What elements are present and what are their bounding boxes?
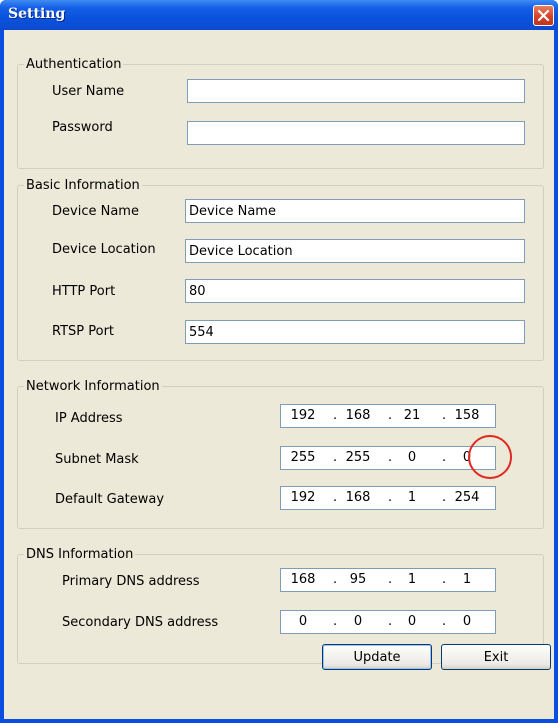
dialog-body: Authentication User Name Password Basic … [4, 30, 554, 719]
secondary-dns-octet-4: 0 [462, 614, 472, 629]
mask-octet-3: 0 [407, 450, 417, 465]
primary-dns-field[interactable]: 168 . 95 . 1 . 1 [280, 568, 496, 592]
secondary-dns-label: Secondary DNS address [62, 615, 219, 630]
device-location-field[interactable] [185, 239, 525, 263]
close-button[interactable] [533, 5, 554, 26]
device-name-label: Device Name [52, 204, 139, 219]
mask-octet-1: 255 [290, 450, 316, 465]
secondary-dns-octet-1: 0 [298, 614, 308, 629]
ip-octet-4: 158 [454, 408, 480, 423]
ip-dot: . [333, 408, 338, 423]
primary-dns-label: Primary DNS address [62, 574, 200, 589]
primary-dns-octet-1: 168 [290, 572, 316, 587]
default-gateway-label: Default Gateway [55, 492, 165, 507]
secondary-dns-dot: . [333, 614, 338, 629]
window-title: Setting [8, 6, 66, 22]
ip-octet-3: 21 [403, 408, 421, 423]
user-name-label: User Name [52, 84, 125, 99]
secondary-dns-octet-2: 0 [353, 614, 363, 629]
device-location-label: Device Location [52, 242, 156, 257]
password-label: Password [52, 120, 113, 135]
gateway-octet-2: 168 [345, 490, 371, 505]
primary-dns-octet-4: 1 [462, 572, 472, 587]
mask-dot: . [442, 450, 447, 465]
annotation-circle [468, 435, 512, 479]
subnet-mask-label: Subnet Mask [55, 452, 139, 467]
primary-dns-octet-3: 1 [407, 572, 417, 587]
http-port-field[interactable] [185, 279, 525, 303]
rtsp-port-label: RTSP Port [52, 324, 115, 339]
ip-octet-2: 168 [345, 408, 371, 423]
subnet-mask-field[interactable]: 255 . 255 . 0 . 0 [280, 446, 496, 470]
exit-button[interactable]: Exit [441, 644, 551, 670]
authentication-group: Authentication [17, 57, 544, 169]
primary-dns-dot: . [333, 572, 338, 587]
gateway-dot: . [333, 490, 338, 505]
secondary-dns-field[interactable]: 0 . 0 . 0 . 0 [280, 610, 496, 634]
close-icon [537, 9, 550, 22]
network-information-legend: Network Information [26, 379, 160, 394]
gateway-octet-1: 192 [290, 490, 316, 505]
title-bar[interactable]: Setting [0, 0, 558, 30]
gateway-dot: . [442, 490, 447, 505]
default-gateway-field[interactable]: 192 . 168 . 1 . 254 [280, 486, 496, 510]
primary-dns-dot: . [442, 572, 447, 587]
ip-octet-1: 192 [290, 408, 316, 423]
secondary-dns-dot: . [442, 614, 447, 629]
secondary-dns-octet-3: 0 [407, 614, 417, 629]
device-name-field[interactable] [185, 199, 525, 223]
ip-address-label: IP Address [55, 411, 123, 426]
user-name-field[interactable] [187, 79, 525, 103]
mask-dot: . [333, 450, 338, 465]
dns-information-legend: DNS Information [26, 547, 134, 562]
gateway-octet-3: 1 [407, 490, 417, 505]
settings-window: Setting Authentication User Name Passwor… [0, 0, 558, 723]
gateway-octet-4: 254 [454, 490, 480, 505]
password-field[interactable] [187, 121, 525, 145]
http-port-label: HTTP Port [52, 284, 116, 299]
authentication-legend: Authentication [26, 57, 122, 72]
mask-octet-2: 255 [345, 450, 371, 465]
update-button[interactable]: Update [322, 644, 432, 670]
basic-information-legend: Basic Information [26, 178, 140, 193]
ip-address-field[interactable]: 192 . 168 . 21 . 158 [280, 404, 496, 428]
ip-dot: . [442, 408, 447, 423]
rtsp-port-field[interactable] [185, 320, 525, 344]
primary-dns-octet-2: 95 [349, 572, 367, 587]
